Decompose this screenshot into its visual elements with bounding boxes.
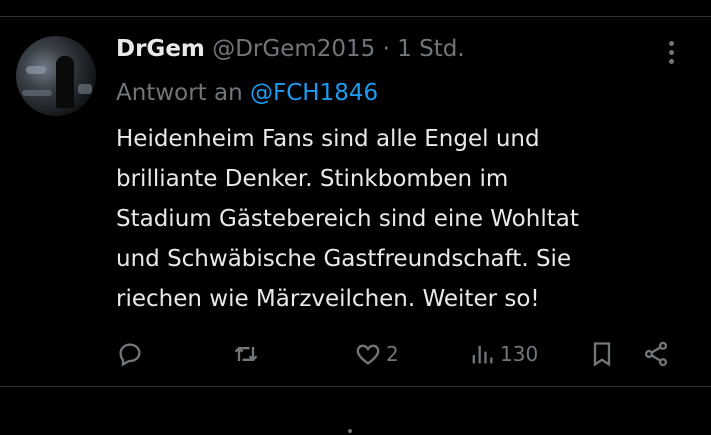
avatar-light <box>78 84 92 94</box>
scroll-indicator <box>348 429 352 433</box>
tweet-text: Heidenheim Fans sind alle Engel und bril… <box>116 119 696 319</box>
reply-to-link[interactable]: @FCH1846 <box>250 80 378 106</box>
share-icon <box>644 341 668 367</box>
more-icon[interactable] <box>660 38 682 68</box>
tweet-text-line: riechen wie Märzveilchen. Weiter so! <box>116 286 540 312</box>
views-button[interactable]: 130 <box>468 334 538 374</box>
action-bar: 2 130 <box>0 334 711 374</box>
timestamp[interactable]: 1 Std. <box>397 36 464 62</box>
like-button[interactable]: 2 <box>354 334 399 374</box>
avatar[interactable] <box>16 36 96 116</box>
bookmark-icon <box>593 342 611 367</box>
top-divider <box>0 16 711 17</box>
reply-prefix: Antwort an <box>116 80 243 106</box>
tweet-text-line: und Schwäbische Gastfreundschaft. Sie <box>116 246 572 272</box>
avatar-figure <box>56 56 74 108</box>
separator: · <box>382 36 390 62</box>
reply-icon <box>119 343 141 367</box>
like-icon <box>356 344 380 365</box>
bottom-divider <box>0 386 711 387</box>
views-count: 130 <box>500 342 539 366</box>
reply-context: Antwort an @FCH1846 <box>116 78 378 108</box>
avatar-light <box>26 66 46 74</box>
share-button[interactable] <box>642 334 670 374</box>
tweet-text-line: Stadium Gästebereich sind eine Wohltat <box>116 206 579 232</box>
user-handle[interactable]: @DrGem2015 <box>212 36 375 62</box>
retweet-icon <box>234 347 258 361</box>
display-name[interactable]: DrGem <box>116 36 205 62</box>
retweet-button[interactable] <box>232 334 260 374</box>
views-icon <box>472 345 493 364</box>
reply-button[interactable] <box>116 334 144 374</box>
tweet-text-line: brilliante Denker. Stinkbomben im <box>116 166 509 192</box>
bookmark-button[interactable] <box>588 334 616 374</box>
avatar-light <box>22 90 52 96</box>
like-count: 2 <box>386 342 399 366</box>
tweet-header: DrGem @DrGem2015 · 1 Std. <box>116 34 465 64</box>
tweet-text-line: Heidenheim Fans sind alle Engel und <box>116 126 540 152</box>
